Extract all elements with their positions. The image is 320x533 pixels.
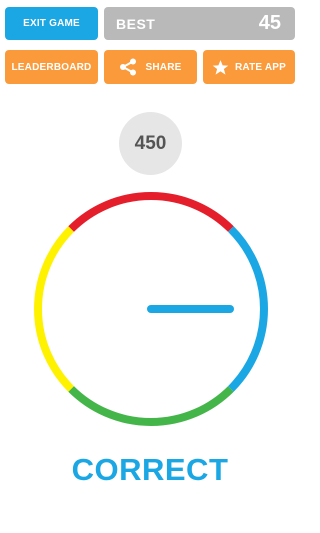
best-value: 45 — [258, 12, 281, 34]
leaderboard-label: LEADERBOARD — [11, 61, 92, 73]
color-ring[interactable] — [34, 192, 268, 426]
ring-segment-green — [68, 386, 234, 426]
share-label: SHARE — [145, 61, 182, 73]
share-button[interactable]: SHARE — [104, 50, 197, 84]
score-display: 450 — [119, 112, 182, 175]
share-icon — [119, 58, 137, 76]
rate-app-button[interactable]: RATE APP — [203, 50, 295, 84]
ring-segment-red — [68, 192, 234, 232]
score-value: 450 — [134, 132, 167, 154]
ring-segment-yellow — [34, 226, 74, 392]
exit-game-label: EXIT GAME — [23, 18, 80, 29]
ring-segment-blue — [228, 226, 268, 392]
best-score-panel: BEST 45 — [104, 7, 295, 40]
best-label: BEST — [116, 15, 156, 32]
status-message: CORRECT — [71, 452, 229, 487]
star-icon — [212, 59, 229, 76]
leaderboard-button[interactable]: LEADERBOARD — [5, 50, 98, 84]
rate-app-label: RATE APP — [234, 61, 287, 73]
exit-game-button[interactable]: EXIT GAME — [5, 7, 98, 40]
